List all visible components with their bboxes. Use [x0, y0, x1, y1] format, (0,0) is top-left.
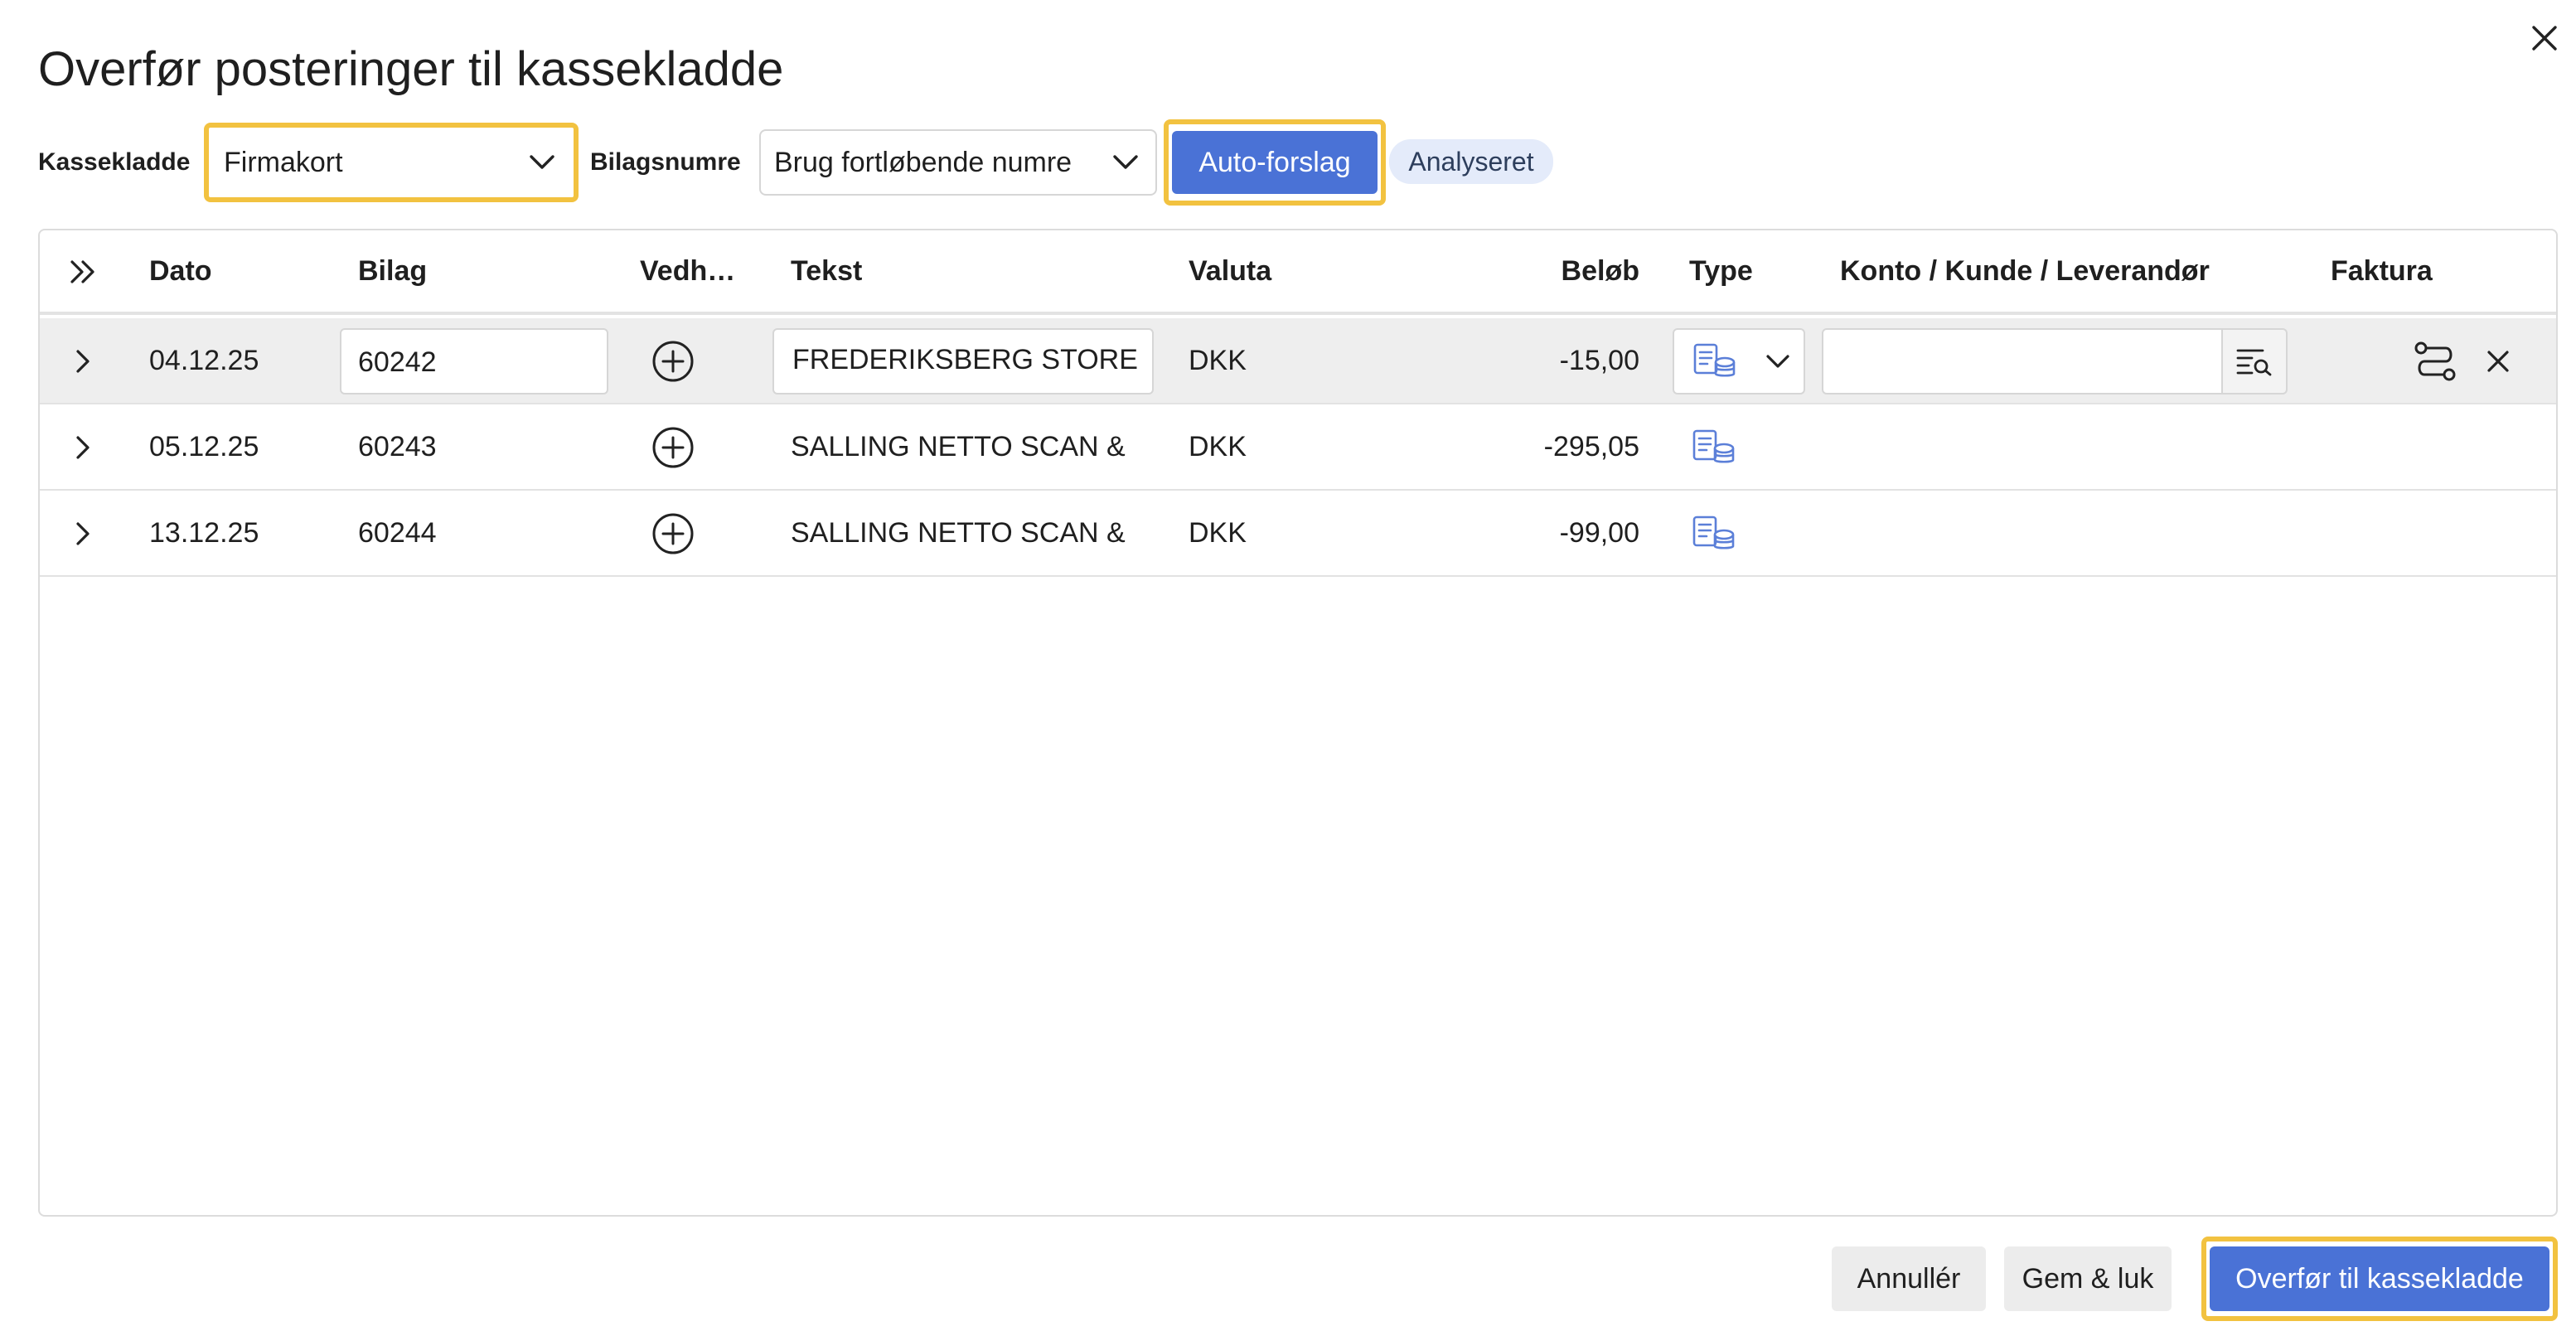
expand-all-button[interactable]: [65, 254, 101, 290]
row-dato: 04.12.25: [149, 345, 259, 376]
bilag-input[interactable]: 60242: [340, 328, 608, 394]
row-tekst: SALLING NETTO SCAN &: [791, 431, 1126, 462]
chevron-down-icon: [1766, 355, 1789, 368]
column-header-dato[interactable]: Dato: [149, 255, 212, 288]
route-icon: [2414, 341, 2456, 381]
auto-forslag-button[interactable]: Auto-forslag: [1172, 131, 1378, 194]
konto-input[interactable]: [1822, 328, 2261, 394]
transfer-button[interactable]: Overfør til kassekladde: [2210, 1246, 2549, 1311]
table-row[interactable]: 05.12.25 60243 SALLING NETTO SCAN & DKK …: [40, 404, 2556, 491]
kassekladde-label: Kassekladde: [38, 148, 191, 176]
bilagsnumre-value: Brug fortløbende numre: [774, 146, 1073, 178]
row-dato: 13.12.25: [149, 517, 259, 549]
status-badge: Analyseret: [1389, 139, 1553, 184]
type-select[interactable]: [1673, 328, 1805, 394]
chevron-right-icon: [76, 350, 90, 373]
column-header-type[interactable]: Type: [1689, 255, 1753, 288]
row-bilag: 60244: [358, 517, 437, 549]
row-valuta: DKK: [1189, 345, 1247, 376]
table-row[interactable]: 04.12.25 60242 FREDERIKSBERG STORE DKK -…: [40, 318, 2556, 404]
add-circle-icon: [652, 427, 694, 468]
list-search-icon: [2236, 349, 2272, 376]
row-belob: -99,00: [1559, 517, 1639, 549]
save-close-button[interactable]: Gem & luk: [2004, 1246, 2172, 1311]
bilagsnumre-label: Bilagsnumre: [590, 148, 741, 176]
ledger-coins-icon: [1693, 343, 1736, 377]
remove-row-button[interactable]: [2480, 343, 2516, 380]
attach-button[interactable]: [650, 511, 696, 557]
type-indicator: [1689, 512, 1739, 555]
close-dialog-button[interactable]: [2528, 22, 2561, 55]
column-header-valuta[interactable]: Valuta: [1189, 255, 1271, 288]
table-row[interactable]: 13.12.25 60244 SALLING NETTO SCAN & DKK …: [40, 491, 2556, 577]
close-icon: [2532, 26, 2557, 51]
chevron-down-icon: [1113, 155, 1138, 169]
ledger-coins-icon: [1692, 429, 1735, 463]
table-header: Dato Bilag Vedh… Tekst Valuta Beløb Type…: [40, 230, 2556, 315]
attach-button[interactable]: [650, 424, 696, 471]
chevron-right-icon: [76, 436, 90, 459]
attach-button[interactable]: [650, 338, 696, 385]
double-chevron-right-icon: [70, 260, 94, 283]
expand-row-button[interactable]: [65, 429, 101, 466]
chevron-right-icon: [76, 522, 90, 545]
expand-row-button[interactable]: [65, 515, 101, 552]
expand-row-button[interactable]: [65, 343, 101, 380]
match-invoice-button[interactable]: [2410, 338, 2460, 385]
kassekladde-value: Firmakort: [224, 146, 343, 178]
row-tekst: SALLING NETTO SCAN &: [791, 517, 1126, 549]
row-valuta: DKK: [1189, 517, 1247, 549]
bilagsnumre-select[interactable]: Brug fortløbende numre: [759, 129, 1157, 196]
close-icon: [2487, 351, 2509, 372]
column-header-konto[interactable]: Konto / Kunde / Leverandør: [1840, 255, 2210, 288]
row-dato: 05.12.25: [149, 431, 259, 462]
column-header-tekst[interactable]: Tekst: [791, 255, 862, 288]
row-valuta: DKK: [1189, 431, 1247, 462]
cancel-button[interactable]: Annullér: [1832, 1246, 1986, 1311]
column-header-faktura[interactable]: Faktura: [2331, 255, 2433, 288]
add-circle-icon: [652, 341, 694, 382]
kassekladde-select[interactable]: Firmakort: [211, 129, 572, 196]
chevron-down-icon: [530, 155, 554, 169]
tekst-input[interactable]: FREDERIKSBERG STORE: [772, 328, 1154, 394]
transactions-table: Dato Bilag Vedh… Tekst Valuta Beløb Type…: [38, 229, 2558, 1217]
konto-lookup-button[interactable]: [2221, 328, 2288, 394]
dialog-title: Overfør posteringer til kassekladde: [38, 42, 784, 96]
column-header-vedh[interactable]: Vedh…: [640, 255, 735, 288]
row-belob: -295,05: [1543, 431, 1639, 462]
type-indicator: [1689, 426, 1739, 469]
row-belob: -15,00: [1559, 345, 1639, 376]
ledger-coins-icon: [1692, 515, 1735, 549]
column-header-bilag[interactable]: Bilag: [358, 255, 427, 288]
add-circle-icon: [652, 513, 694, 554]
column-header-belob[interactable]: Beløb: [1532, 255, 1639, 288]
row-bilag: 60243: [358, 431, 437, 462]
